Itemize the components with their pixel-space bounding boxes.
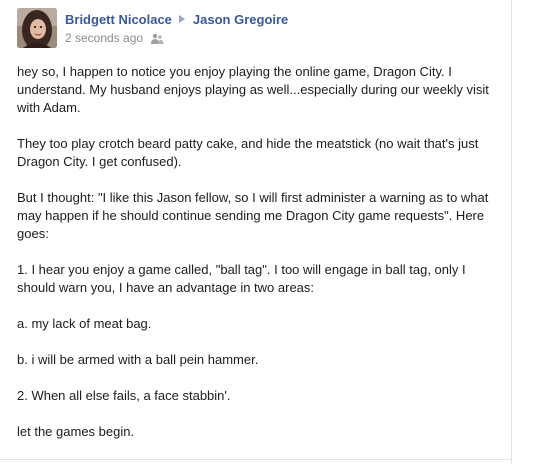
avatar[interactable] — [17, 8, 57, 48]
message-paragraph: hey so, I happen to notice you enjoy pla… — [17, 64, 489, 115]
author-link[interactable]: Bridgett Nicolace — [65, 12, 172, 27]
people-icon[interactable] — [150, 33, 164, 49]
timestamp-link[interactable]: 2 seconds ago — [65, 31, 143, 45]
recipient-link[interactable]: Jason Gregoire — [193, 12, 288, 27]
message-paragraph: b. i will be armed with a ball pein hamm… — [17, 352, 259, 367]
message-paragraph: a. my lack of meat bag. — [17, 316, 152, 331]
arrow-right-icon — [178, 15, 185, 23]
message-paragraph: 2. When all else fails, a face stabbin'. — [17, 388, 231, 403]
message-paragraph: let the games begin. — [17, 424, 135, 439]
message-paragraph: They too play crotch beard patty cake, a… — [17, 136, 479, 169]
story-header: Bridgett Nicolace Jason Gregoire — [65, 11, 288, 29]
story-divider — [0, 459, 512, 460]
profile-photo-icon — [17, 8, 57, 48]
story-post: Bridgett Nicolace Jason Gregoire 2 second… — [0, 0, 558, 464]
message-paragraph: 1. I hear you enjoy a game called, "ball… — [17, 262, 466, 295]
story-message: hey so, I happen to notice you enjoy pla… — [17, 63, 507, 459]
story-meta: 2 seconds ago — [65, 30, 164, 49]
column-divider — [511, 0, 512, 464]
message-paragraph: But I thought: "I like this Jason fellow… — [17, 190, 489, 241]
